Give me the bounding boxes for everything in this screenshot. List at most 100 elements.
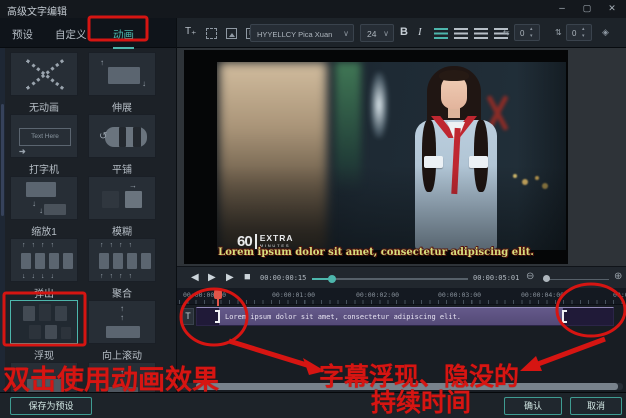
line-spacing-input[interactable]: 0 (566, 24, 592, 41)
arrow-up-glyph: ↑ (120, 304, 124, 313)
step-forward-icon[interactable] (208, 271, 216, 284)
char-spacing-value: 0 (520, 29, 525, 38)
fade-out-handle[interactable] (562, 310, 567, 323)
arrow-down-glyph: ↓ (32, 199, 36, 208)
preview-canvas: 60 EXTRA MINUTES Lorem ipsum dolor sit a… (184, 50, 568, 264)
animation-item-zoom1[interactable]: ↓ ↓ 缩放1 (10, 176, 78, 238)
ruler-label: 00:00 (613, 291, 626, 299)
subtitle-clip[interactable]: Lorem ipsum dolor sit amet, consectetur … (196, 307, 614, 326)
animation-item-stretch[interactable]: ↑ ↓ 伸展 (88, 52, 156, 114)
animation-item-no-animation[interactable]: 无动画 (10, 52, 78, 114)
stepper-arrows-icon[interactable] (582, 26, 589, 40)
shape (119, 127, 126, 147)
ruler-label: 00:00:01:00 (272, 291, 316, 299)
fade-in-handle[interactable] (215, 310, 220, 323)
animation-item-label: 伸展 (112, 103, 132, 114)
video-art (217, 62, 566, 250)
seek-knob[interactable] (328, 275, 336, 283)
line-spacing-value: 0 (572, 29, 577, 38)
arrow-up-glyph: ↑ (120, 368, 124, 377)
font-family-select[interactable]: HYYELLCY Pica Xuan (250, 24, 354, 42)
grid-scrollbar-track (0, 48, 5, 392)
arrow-up-glyph: ↑ (100, 58, 104, 67)
timeline-ruler[interactable]: 00:00:00:00 00:00:01:00 00:00:02:00 00:0… (177, 288, 626, 306)
arrows-up (100, 242, 138, 249)
animation-item-gather[interactable]: 聚合 (88, 238, 156, 300)
ruler-label: 00:00:03:00 (438, 291, 482, 299)
color-style-icon[interactable] (602, 27, 609, 38)
animation-item-emerge[interactable]: 浮现 (10, 300, 78, 362)
shape (102, 191, 119, 208)
play-icon[interactable] (226, 271, 234, 284)
seek-bar[interactable] (312, 275, 468, 283)
tab-presets[interactable]: 预设 (12, 27, 33, 42)
maximize-icon[interactable] (581, 2, 593, 15)
stop-icon[interactable] (244, 271, 251, 284)
animation-item-label: 浮现 (34, 351, 54, 362)
shape (106, 326, 140, 338)
step-back-icon[interactable] (191, 271, 199, 284)
animation-item-typewriter[interactable]: Text Here ➜ 打字机 (10, 114, 78, 176)
image-icon[interactable] (226, 28, 237, 39)
confirm-button[interactable]: 确认 (504, 397, 562, 415)
close-icon[interactable] (606, 2, 618, 15)
video-frame: 60 EXTRA MINUTES (217, 62, 566, 250)
char-spacing-input[interactable]: 0 (514, 24, 540, 41)
watermark-title: EXTRA (259, 233, 294, 243)
shape (133, 127, 141, 147)
save-preset-button[interactable]: 保存为预设 (10, 397, 92, 415)
animation-item-tile[interactable]: ↺ 平铺 (88, 114, 156, 176)
animation-item-popout[interactable]: 弹出 (10, 238, 78, 300)
curved-arrow-glyph: ↺ (99, 131, 108, 142)
no-animation-icon (10, 52, 78, 96)
animation-item-partial-1[interactable] (10, 362, 78, 392)
animation-item-scrollup[interactable]: ↑ ↑ 向上滚动 (88, 300, 156, 362)
animation-item-blur[interactable]: → 模糊 (88, 176, 156, 238)
playhead[interactable] (214, 289, 222, 306)
animation-item-label: 无动画 (29, 103, 59, 114)
chevron-down-icon (343, 29, 349, 38)
window-controls (556, 2, 618, 15)
ruler-label: 00:00:04:00 (521, 291, 565, 299)
font-size-select[interactable]: 24 (360, 24, 394, 42)
italic-button[interactable]: I (418, 26, 422, 38)
dialog-title: 高级文字编辑 (7, 7, 67, 18)
zoom-in-icon[interactable] (614, 271, 622, 282)
zoom1-icon: ↓ ↓ (10, 176, 78, 220)
align-right-icon[interactable] (474, 28, 488, 39)
shape (26, 182, 56, 197)
zoom-out-icon[interactable] (526, 271, 534, 282)
scrollup-icon: ↑ ↑ (88, 300, 156, 344)
align-left-icon[interactable] (434, 28, 448, 39)
arrows-down (22, 273, 60, 280)
popout-icon (10, 238, 78, 282)
playback-bar: 00:00:00:15 00:00:05:01 (177, 266, 626, 288)
timeline-zoom-knob[interactable] (543, 275, 550, 282)
animation-item-label: 模糊 (112, 227, 132, 238)
tab-bar: 预设 自定义 动画 (0, 18, 177, 49)
animation-item-label: 打字机 (29, 165, 59, 176)
cancel-button[interactable]: 取消 (570, 397, 622, 415)
grid-scrollbar-thumb[interactable] (1, 104, 4, 216)
clip-text: Lorem ipsum dolor sit amet, consectetur … (225, 313, 462, 321)
arrow-up-glyph: ↑ (120, 313, 124, 322)
current-time: 00:00:00:15 (260, 274, 307, 282)
shape (113, 253, 123, 269)
shape (55, 306, 67, 321)
subtitle-text-overlay[interactable]: Lorem ipsum dolor sit amet, consectetur … (184, 247, 568, 258)
animation-item-partial-2[interactable]: ↑ (88, 362, 156, 392)
stepper-arrows-icon[interactable] (530, 26, 537, 40)
tab-custom[interactable]: 自定义 (55, 27, 87, 42)
shape (23, 306, 35, 321)
timeline-scrollbar-thumb[interactable] (196, 383, 618, 390)
gather-icon (88, 238, 156, 282)
shape (127, 253, 137, 269)
minimize-icon[interactable] (556, 2, 568, 15)
timeline-zoom-slider[interactable] (543, 279, 609, 280)
tab-animation[interactable]: 动画 (113, 27, 134, 49)
bold-button[interactable]: B (400, 26, 408, 38)
transform-icon[interactable] (206, 28, 217, 39)
align-center-icon[interactable] (454, 28, 468, 39)
add-text-icon[interactable] (185, 26, 196, 38)
tile-icon: ↺ (88, 114, 156, 158)
